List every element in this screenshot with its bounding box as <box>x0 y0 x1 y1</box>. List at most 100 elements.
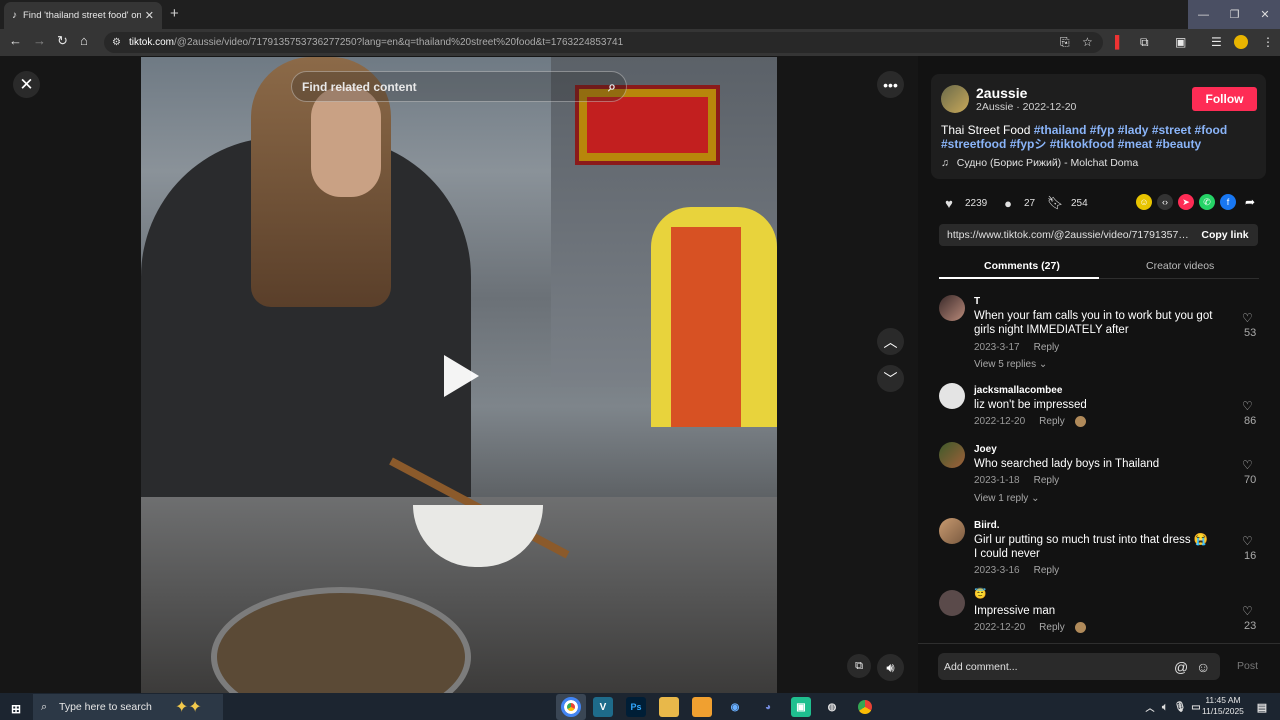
taskbar-clock[interactable]: 11:45 AM 11/15/2025 <box>1202 695 1244 717</box>
comment-like-icon[interactable]: ♡ <box>1242 458 1253 472</box>
reply-button[interactable]: Reply <box>1034 475 1060 486</box>
hashtag-link[interactable]: #thailand <box>1034 123 1087 137</box>
file-explorer-icon[interactable] <box>659 697 679 717</box>
share-link-text[interactable]: https://www.tiktok.com/@2aussie/video/71… <box>939 229 1192 241</box>
embed-icon[interactable]: ‹› <box>1157 194 1173 210</box>
hashtag-link[interactable]: #tiktokfood <box>1050 137 1115 151</box>
emoji-icon[interactable]: ☺ <box>1196 659 1210 675</box>
reply-button[interactable]: Reply <box>1034 565 1060 576</box>
new-tab-button[interactable]: + <box>170 5 179 22</box>
heart-icon[interactable]: ♥ <box>941 195 957 211</box>
commenter-avatar[interactable] <box>939 590 965 616</box>
previous-video-button[interactable]: ︿ <box>877 328 904 355</box>
post-button[interactable]: Post <box>1237 660 1258 672</box>
comment-like-icon[interactable]: ♡ <box>1242 604 1253 618</box>
comment-like-icon[interactable]: ♡ <box>1242 534 1253 548</box>
address-bar[interactable]: ⚙ tiktok.com/@2aussie/video/717913575373… <box>104 32 1103 53</box>
chrome-taskbar-icon[interactable] <box>556 694 586 720</box>
commenter-name[interactable]: Joey <box>974 444 997 455</box>
install-app-icon[interactable]: ⎘ <box>1060 35 1070 50</box>
notification-icon[interactable]: ▤ <box>1252 697 1272 717</box>
commenter-avatar[interactable] <box>939 518 965 544</box>
tab-comments[interactable]: Comments (27) <box>984 260 1060 272</box>
comment-like-icon[interactable]: ♡ <box>1242 311 1253 325</box>
commenter-name[interactable]: jacksmallacombee <box>974 385 1062 396</box>
hashtag-link[interactable]: #streetfood <box>941 137 1006 151</box>
hashtag-link[interactable]: #beauty <box>1156 137 1201 151</box>
comment-like-icon[interactable]: ♡ <box>1242 399 1253 413</box>
comment-stat[interactable]: ● 27 <box>1000 195 1035 211</box>
reading-list-icon[interactable]: ☰ <box>1211 35 1222 49</box>
more-options-button[interactable]: ••• <box>877 71 904 98</box>
find-related-search-input[interactable]: Find related content ⌕ <box>291 71 627 102</box>
tab-search-icon[interactable]: ▣ <box>1175 35 1186 49</box>
next-video-button[interactable]: ﹀ <box>877 365 904 392</box>
commenter-avatar[interactable] <box>939 442 965 468</box>
hashtag-link[interactable]: #fyp <box>1090 123 1115 137</box>
photoshop-taskbar-icon[interactable]: Ps <box>626 697 646 717</box>
music-line[interactable]: ♫ Судно (Борис Рижий) - Molchat Doma <box>941 157 1138 169</box>
friends-share-icon[interactable]: ☺ <box>1136 194 1152 210</box>
commenter-avatar[interactable] <box>939 295 965 321</box>
follow-button[interactable]: Follow <box>1192 87 1257 111</box>
close-video-button[interactable]: ✕ <box>13 71 40 98</box>
site-info-icon[interactable]: ⚙ <box>112 37 121 48</box>
app2-taskbar-icon[interactable]: ▣ <box>791 697 811 717</box>
reply-button[interactable]: Reply <box>1039 622 1065 633</box>
forward-icon[interactable]: → <box>33 33 46 48</box>
save-stat[interactable]: 🔖︎ 254 <box>1047 195 1088 211</box>
hashtag-link[interactable]: #fypシ <box>1010 137 1047 151</box>
send-icon[interactable]: ➤ <box>1178 194 1194 210</box>
close-window-button[interactable]: ✕ <box>1250 0 1280 29</box>
reload-icon[interactable]: ↻ <box>57 33 68 49</box>
play-icon[interactable] <box>444 355 479 397</box>
share-arrow-icon[interactable]: ➦ <box>1242 194 1258 210</box>
steam-taskbar-icon[interactable]: ◉ <box>725 697 745 717</box>
taskbar-search-input[interactable]: ⌕ Type here to search ✦✦ <box>33 694 223 720</box>
mention-icon[interactable]: @ <box>1174 659 1188 675</box>
windows-start-icon[interactable]: ⊞ <box>6 699 26 719</box>
profile-avatar[interactable] <box>1234 35 1248 49</box>
author-avatar[interactable] <box>941 85 969 113</box>
chrome2-taskbar-icon[interactable] <box>855 697 875 717</box>
bookmark-star-icon[interactable]: ☆ <box>1082 35 1093 49</box>
whatsapp-icon[interactable]: ✆ <box>1199 194 1215 210</box>
close-tab-icon[interactable]: ✕ <box>145 9 154 22</box>
copy-link-button[interactable]: Copy link <box>1192 229 1258 241</box>
commenter-name[interactable]: T <box>974 296 980 307</box>
author-username[interactable]: 2aussie <box>976 85 1027 101</box>
hashtag-link[interactable]: #street <box>1152 123 1191 137</box>
extension-icon[interactable]: ▌ <box>1115 35 1124 49</box>
view-replies-button[interactable]: View 5 replies ⌄ <box>974 359 1047 370</box>
tab-creator-videos[interactable]: Creator videos <box>1146 260 1214 272</box>
browser-tab[interactable]: ♪ Find 'thailand street food' on Ti ✕ <box>4 2 162 29</box>
extensions-puzzle-icon[interactable]: ⧉ <box>1140 35 1149 50</box>
menu-kebab-icon[interactable]: ⋮ <box>1262 35 1274 49</box>
facebook-icon[interactable]: f <box>1220 194 1236 210</box>
minimize-button[interactable]: — <box>1188 0 1219 29</box>
back-icon[interactable]: ← <box>9 33 22 48</box>
add-comment-input[interactable]: Add comment... @ ☺ <box>938 653 1220 680</box>
like-stat[interactable]: ♥ 2239 <box>941 195 987 211</box>
volume-icon[interactable]: 🔊︎ <box>877 654 904 681</box>
app-taskbar-icon[interactable] <box>692 697 712 717</box>
reply-button[interactable]: Reply <box>1034 342 1060 353</box>
share-link-box: https://www.tiktok.com/@2aussie/video/71… <box>939 224 1258 246</box>
hashtag-link[interactable]: #lady <box>1118 123 1149 137</box>
hashtag-link[interactable]: #food <box>1195 123 1228 137</box>
home-icon[interactable]: ⌂ <box>80 33 88 48</box>
hashtag-link[interactable]: #meat <box>1118 137 1153 151</box>
app3-taskbar-icon[interactable]: ◍ <box>822 697 842 717</box>
vscode-like-taskbar-icon[interactable]: V <box>593 697 613 717</box>
bookmark-icon[interactable]: 🔖︎ <box>1047 195 1064 211</box>
reply-button[interactable]: Reply <box>1039 416 1065 427</box>
comment-bubble-icon[interactable]: ● <box>1000 195 1016 211</box>
commenter-name[interactable]: Biird. <box>974 520 1000 531</box>
view-replies-button[interactable]: View 1 reply ⌄ <box>974 493 1039 504</box>
commenter-avatar[interactable] <box>939 383 965 409</box>
commenter-name[interactable]: 😇 <box>974 589 986 600</box>
discord-taskbar-icon[interactable]: ◕ <box>758 697 778 717</box>
floating-player-icon[interactable]: ⧉ <box>847 654 871 678</box>
search-icon[interactable]: ⌕ <box>608 78 616 95</box>
maximize-button[interactable]: ❐ <box>1219 0 1250 29</box>
